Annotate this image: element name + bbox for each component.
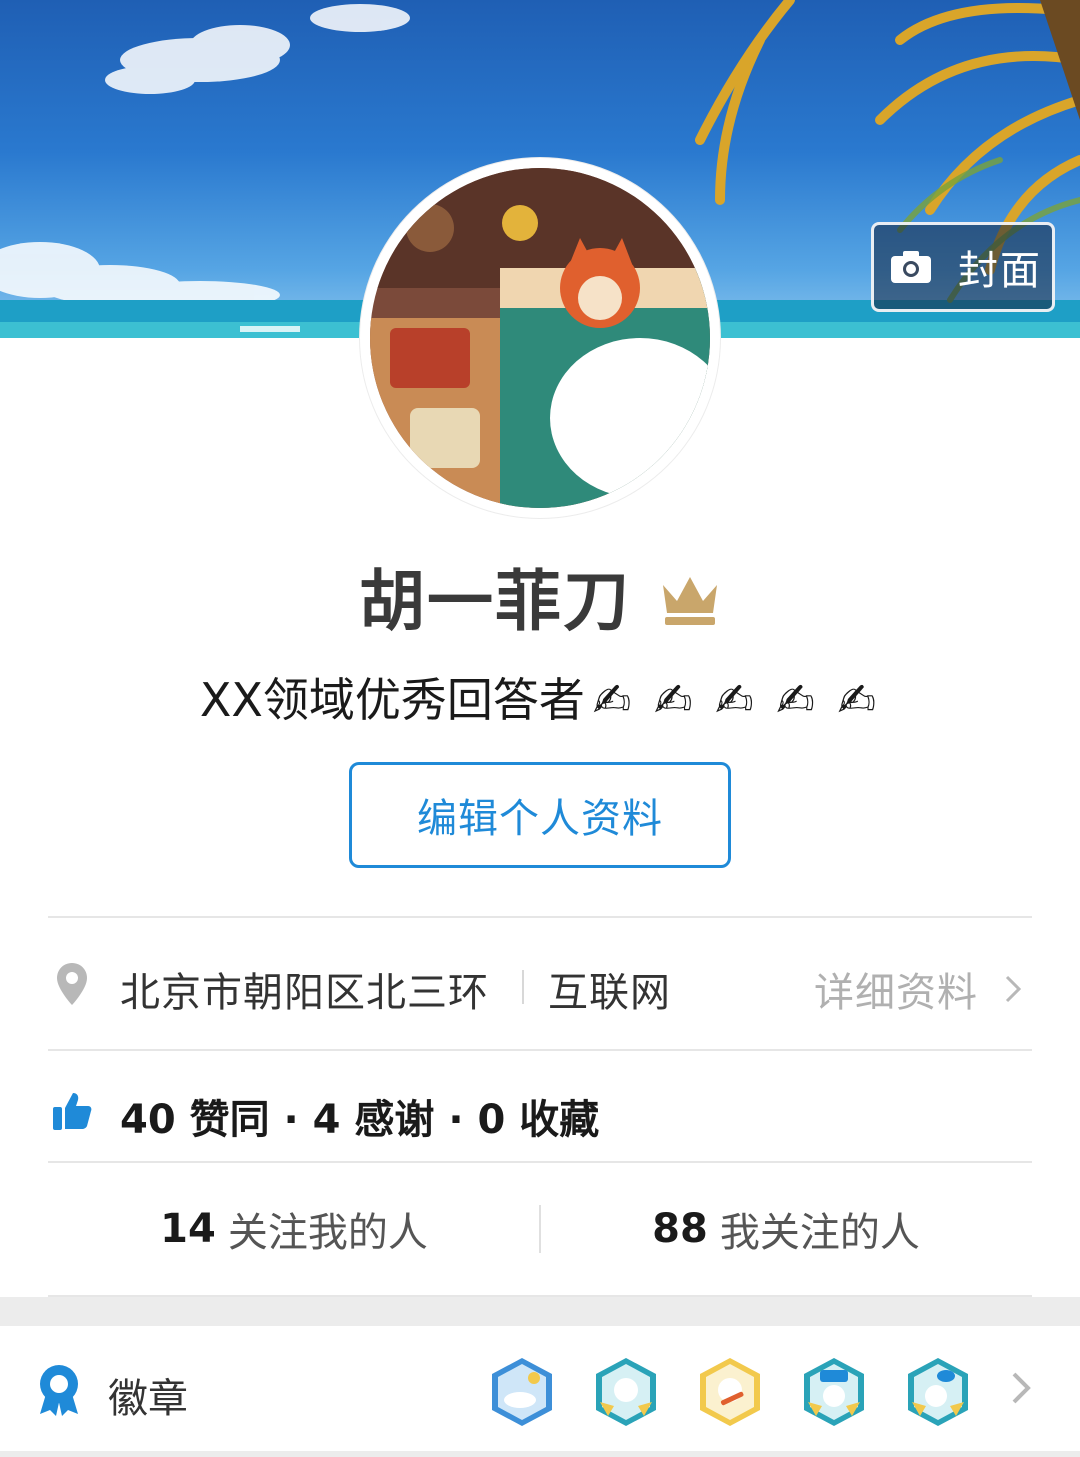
- bio-text: XX领域优秀回答者: [199, 673, 585, 727]
- chevron-right-icon: [1012, 1372, 1031, 1404]
- crown-icon[interactable]: [659, 571, 721, 627]
- detail-profile-link[interactable]: 详细资料: [814, 960, 1022, 1018]
- badge-thanks-icon[interactable]: [802, 1356, 866, 1428]
- bio-emoji: ✍ ✍ ✍ ✍ ✍: [592, 673, 881, 727]
- name-row: 胡一菲刀: [0, 556, 1080, 640]
- location-pin-icon: [57, 963, 87, 1005]
- user-bio: XX领域优秀回答者 ✍ ✍ ✍ ✍ ✍: [0, 664, 1080, 730]
- location-text: 北京市朝阳区北三环: [120, 970, 489, 1016]
- camera-icon: [891, 251, 931, 283]
- change-cover-button[interactable]: 封面: [871, 222, 1055, 312]
- thumbs-up-icon: [53, 1093, 92, 1130]
- chevron-right-icon: [1005, 975, 1022, 1003]
- following-count: 88: [652, 1206, 708, 1252]
- followers-count: 14: [160, 1206, 216, 1252]
- section-gap: [0, 1451, 1080, 1457]
- avatar-image: [370, 168, 710, 508]
- stats-row: 40 赞同 · 4 感谢 · 0 收藏: [48, 1051, 1032, 1161]
- info-row[interactable]: 北京市朝阳区北三环 互联网 详细资料: [48, 918, 1032, 1050]
- industry-text: 互联网: [548, 970, 671, 1016]
- badges-title: 徽章: [108, 1376, 188, 1422]
- badge-writing-icon[interactable]: [698, 1356, 762, 1428]
- badges-row[interactable]: 徽章: [0, 1326, 1080, 1451]
- stats-summary: 40 赞同 · 4 感谢 · 0 收藏: [120, 1097, 600, 1143]
- following-button[interactable]: 88 我关注的人: [540, 1163, 1032, 1295]
- badge-sleeping-icon[interactable]: [490, 1356, 554, 1428]
- detail-profile-label: 详细资料: [814, 970, 978, 1016]
- info-separator: [522, 970, 524, 1004]
- follow-row: 14 关注我的人 88 我关注的人: [48, 1163, 1032, 1295]
- user-name: 胡一菲刀: [359, 563, 631, 640]
- section-gap: [0, 1297, 1080, 1326]
- following-label: 我关注的人: [719, 1210, 920, 1256]
- medal-icon: [40, 1365, 78, 1416]
- badge-list: [490, 1356, 1010, 1428]
- badge-thinking-icon[interactable]: [594, 1356, 658, 1428]
- edit-profile-button[interactable]: 编辑个人资料: [349, 762, 731, 868]
- change-cover-label: 封面: [958, 248, 1042, 294]
- badge-comment-icon[interactable]: [906, 1356, 970, 1428]
- followers-label: 关注我的人: [227, 1210, 428, 1256]
- avatar[interactable]: [360, 158, 720, 518]
- followers-button[interactable]: 14 关注我的人: [48, 1163, 540, 1295]
